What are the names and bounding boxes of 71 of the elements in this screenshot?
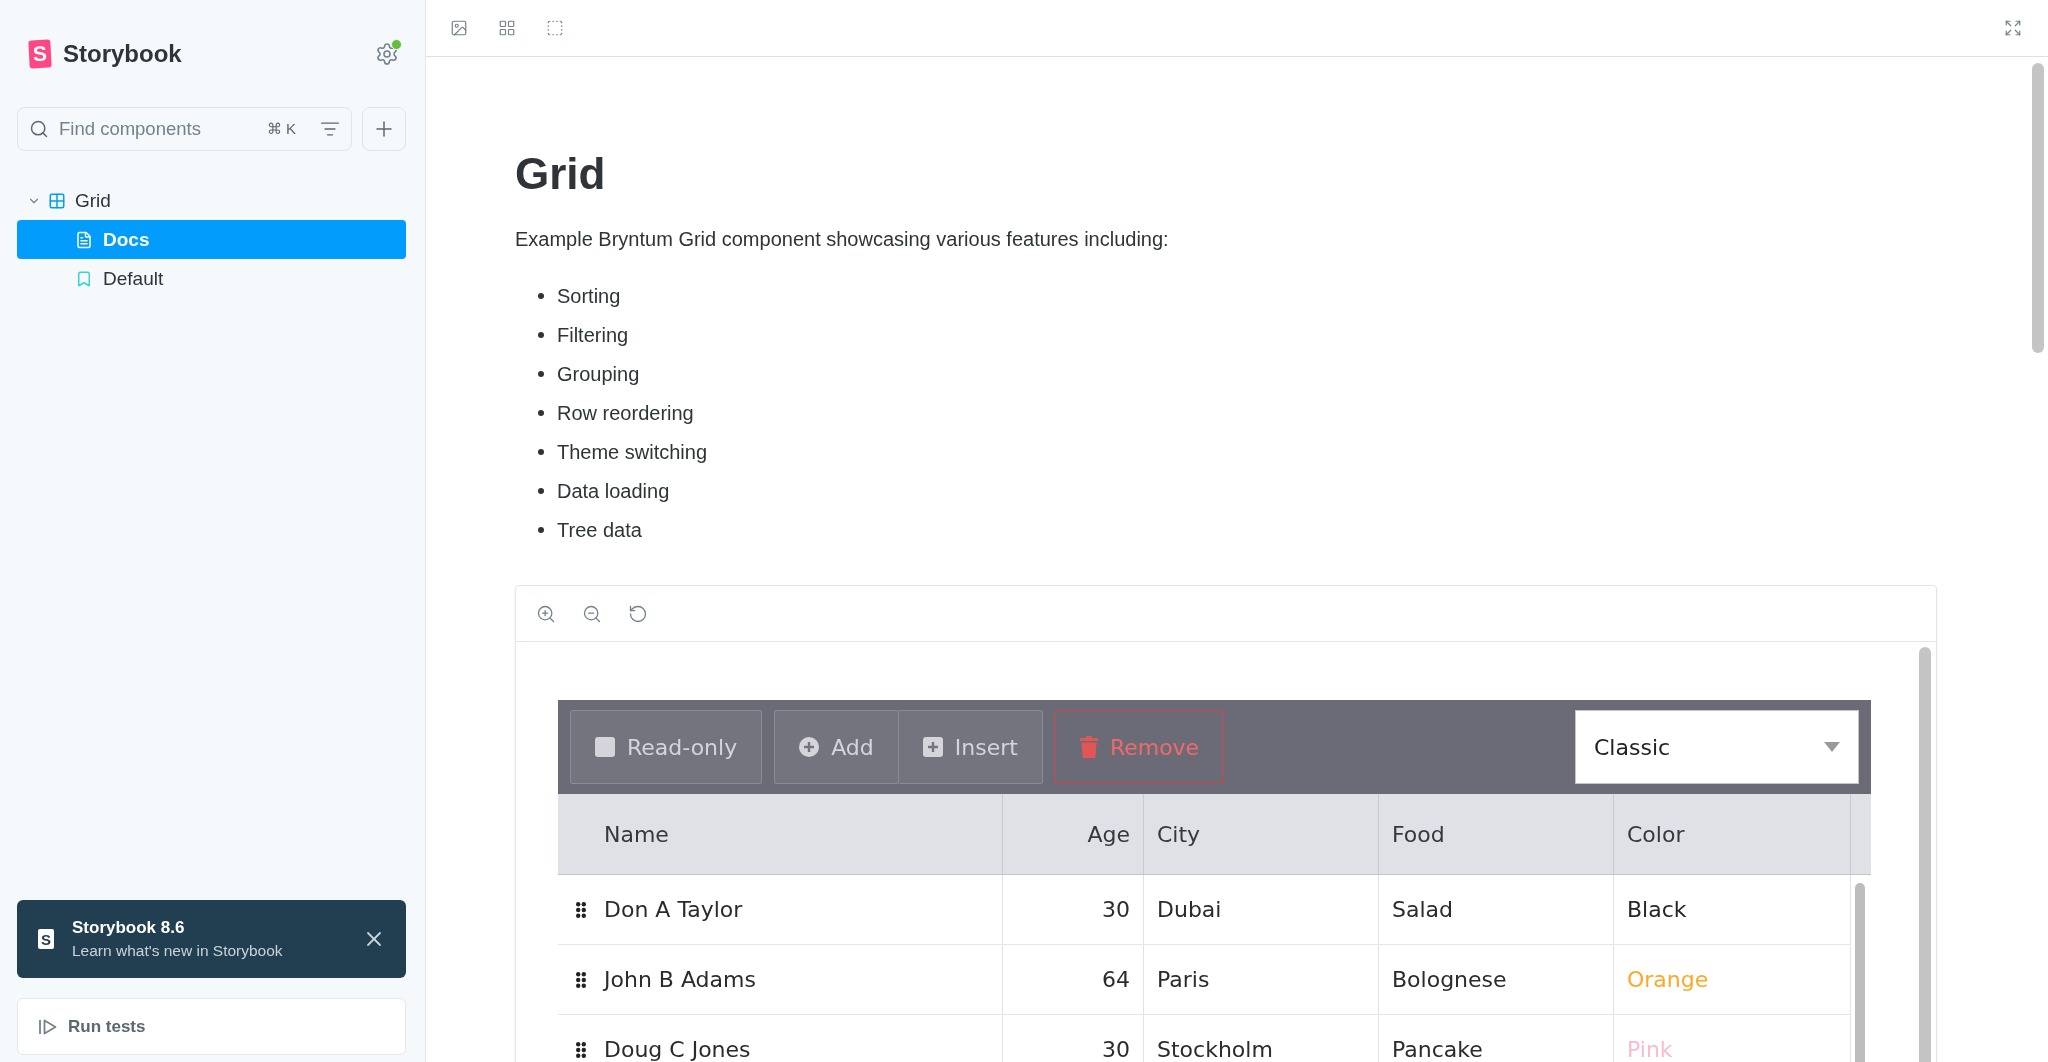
table-cell: 30 — [1003, 875, 1144, 944]
theme-select[interactable]: Classic — [1575, 710, 1859, 784]
bullet-icon — [538, 488, 544, 494]
table-cell: Black — [1614, 875, 1851, 944]
tree-item[interactable]: Grid — [27, 181, 115, 220]
feature-item: Sorting — [557, 284, 621, 308]
table-cell: Dubai — [1144, 875, 1379, 944]
create-button[interactable] — [362, 107, 406, 151]
column-header[interactable]: Name — [558, 794, 1003, 874]
plus-square-icon — [922, 737, 943, 757]
zoom-out-icon[interactable] — [582, 603, 602, 624]
page-title: Grid — [515, 148, 607, 200]
bullet-icon — [538, 332, 544, 338]
notification-text: Learn what's new in Storybook — [72, 942, 283, 960]
table-cell: Bolognese — [1379, 945, 1614, 1014]
column-header[interactable]: Food — [1379, 794, 1614, 874]
run-tests-button[interactable]: Run tests — [17, 998, 406, 1055]
feature-item: Row reordering — [557, 401, 694, 425]
drag-handle-icon[interactable] — [576, 971, 586, 988]
scrollbar-thumb[interactable] — [2032, 63, 2044, 353]
notification-banner[interactable]: S Storybook 8.6 Learn what's new in Storybook — [17, 900, 406, 978]
feature-item: Theme switching — [557, 440, 708, 464]
zoom-in-icon[interactable] — [536, 603, 556, 624]
drag-handle-icon[interactable] — [576, 901, 586, 918]
fullscreen-icon[interactable] — [2004, 19, 2022, 37]
table-cell: 64 — [1003, 945, 1144, 1014]
feature-item: Data loading — [557, 479, 670, 503]
drag-handle-icon[interactable] — [576, 1041, 586, 1058]
table-cell: Pink — [1614, 1015, 1851, 1062]
shortcut-hint: ⌘ K — [266, 120, 296, 138]
checkbox-icon[interactable] — [595, 737, 615, 757]
search-icon — [29, 119, 49, 139]
image-icon[interactable] — [450, 19, 468, 37]
table-cell: Pancake — [1379, 1015, 1614, 1062]
notification-logo: S — [38, 929, 54, 949]
description-text: Example Bryntum Grid component showcasing various features including: — [515, 227, 1170, 252]
settings-icon[interactable] — [375, 42, 399, 66]
bullet-icon — [538, 371, 544, 377]
grid-icon[interactable] — [498, 19, 516, 37]
table-cell: Paris — [1144, 945, 1379, 1014]
logo-mark: S — [28, 39, 52, 69]
bullet-icon — [538, 527, 544, 533]
brand-name: Storybook — [63, 40, 182, 68]
table-cell: Stockholm — [1144, 1015, 1379, 1062]
bookmark-icon — [75, 269, 93, 288]
table-cell: Orange — [1614, 945, 1851, 1014]
status-dot-icon — [391, 39, 402, 50]
column-header[interactable]: City — [1144, 794, 1379, 874]
person-name: Doug C Jones — [604, 1038, 751, 1061]
person-name: Don A Taylor — [604, 898, 743, 921]
bullet-icon — [538, 293, 544, 299]
plus-circle-icon — [799, 737, 820, 757]
feature-item: Tree data — [557, 518, 642, 542]
table-cell: 30 — [1003, 1015, 1144, 1062]
feature-item: Filtering — [557, 323, 629, 347]
feature-item: Grouping — [557, 362, 640, 386]
rotate-icon[interactable] — [628, 603, 648, 624]
caret-icon — [1824, 742, 1840, 752]
notification-title: Storybook 8.6 — [72, 918, 185, 938]
person-name: John B Adams — [604, 968, 756, 991]
trash-icon — [1079, 736, 1098, 758]
document-icon — [75, 230, 93, 249]
component-icon — [48, 191, 66, 210]
bullet-icon — [538, 410, 544, 416]
bullet-icon — [538, 449, 544, 455]
dashed-square-icon[interactable] — [546, 19, 564, 37]
table-cell: Salad — [1379, 875, 1614, 944]
scrollbar-thumb[interactable] — [1919, 647, 1931, 1062]
column-header[interactable]: Color — [1614, 794, 1851, 874]
column-header[interactable]: Age — [1003, 794, 1144, 874]
tree-item[interactable]: Default — [75, 259, 168, 298]
